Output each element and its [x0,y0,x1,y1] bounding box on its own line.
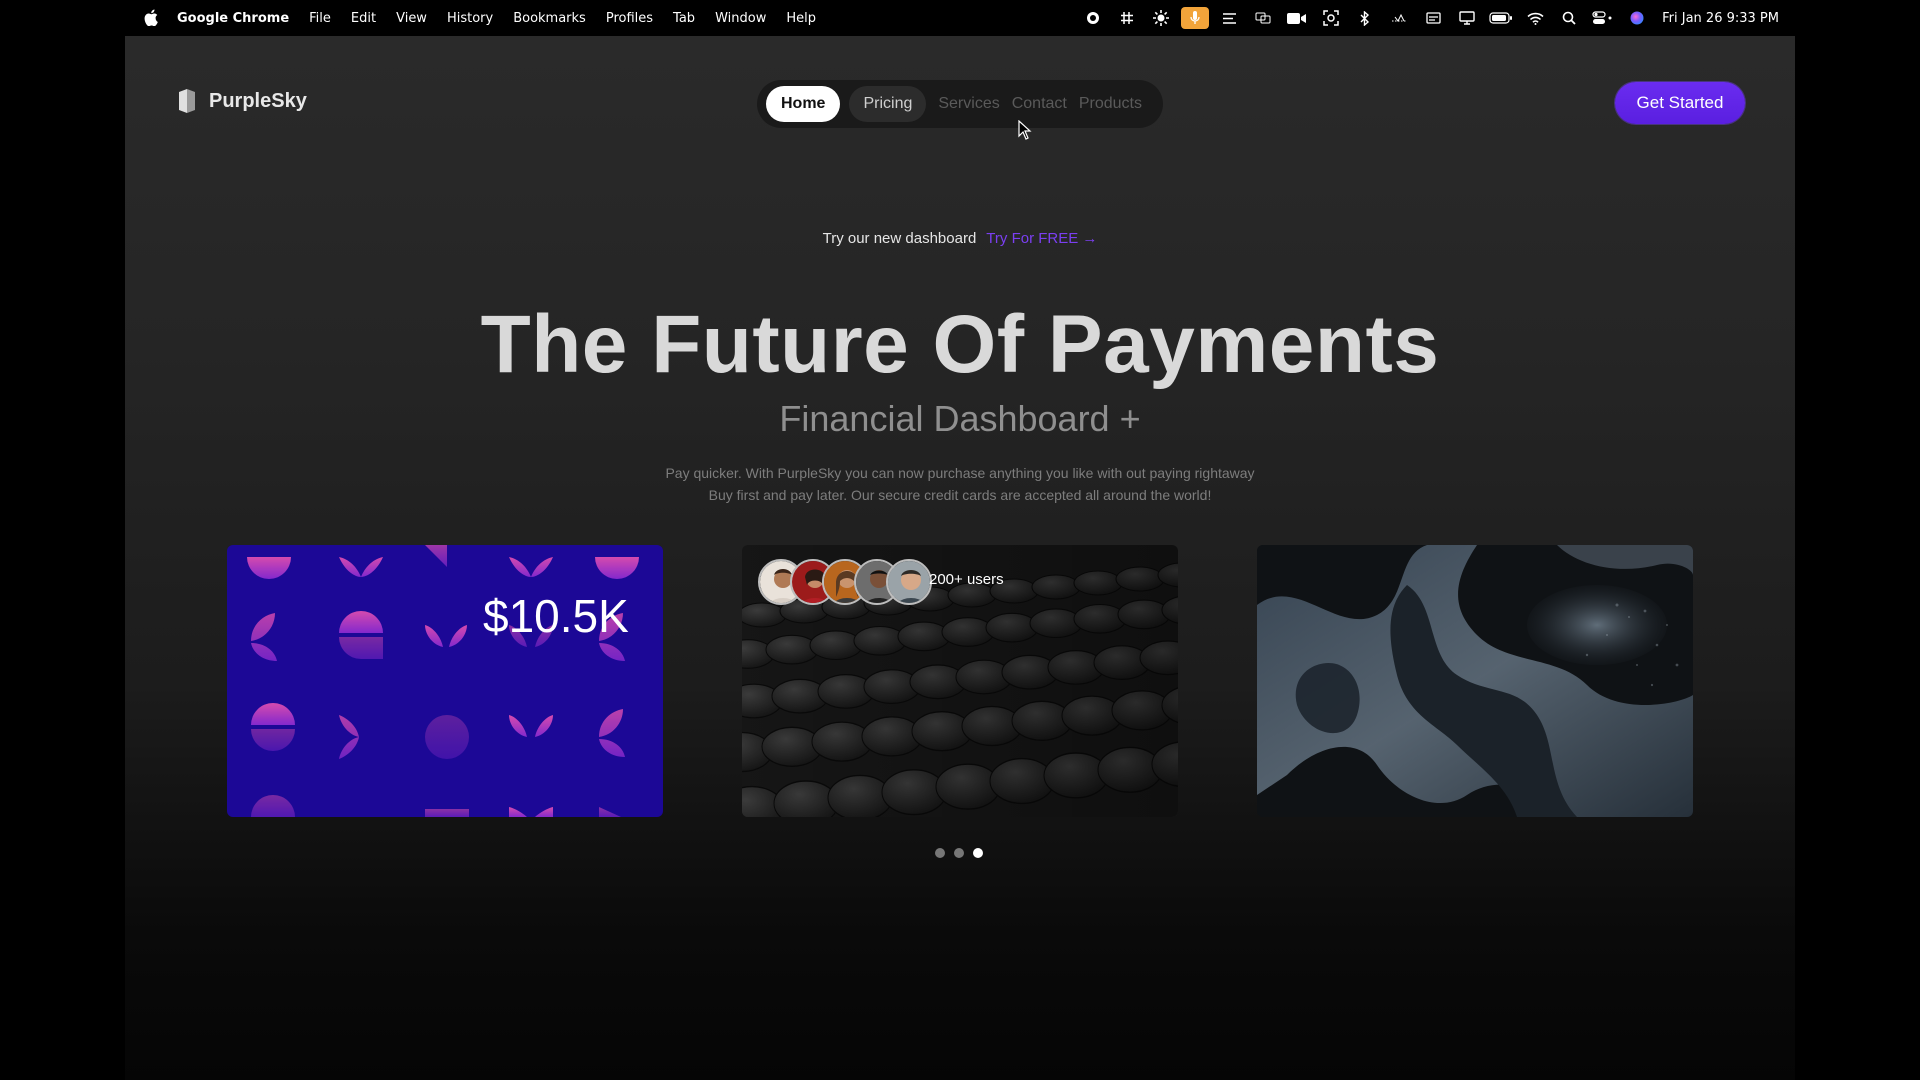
nav-pricing[interactable]: Pricing [849,86,927,122]
carousel-dot-2[interactable] [954,848,964,858]
macos-menu-bar: Google Chrome File Edit View History Boo… [0,0,1920,36]
menu-history[interactable]: History [447,11,493,26]
users-card[interactable]: 200+ users [742,545,1178,817]
gear-sun-icon[interactable] [1144,0,1178,36]
webpage: PurpleSky Home Pricing Services Contact … [125,36,1795,1080]
microphone-icon[interactable] [1178,0,1212,36]
hero-title: The Future Of Payments [480,299,1440,390]
menu-view[interactable]: View [396,11,427,26]
control-center-icon[interactable] [1586,0,1620,36]
display-icon[interactable] [1416,0,1450,36]
camera-icon[interactable] [1280,0,1314,36]
mouse-cursor-icon [1018,120,1032,140]
nav-contact[interactable]: Contact [1006,86,1073,122]
screenshot-icon[interactable] [1314,0,1348,36]
brand-logo[interactable]: PurpleSky [177,88,307,114]
monitor-icon[interactable] [1450,0,1484,36]
hero-subtitle: Financial Dashboard + [779,398,1141,439]
apple-icon[interactable] [144,9,158,26]
promo-text: Try our new dashboard [822,230,977,247]
user-avatars [758,559,932,605]
hero-description-line-1: Pay quicker. With PurpleSky you can now … [665,465,1255,481]
siri-icon[interactable] [1620,0,1654,36]
menu-app-name[interactable]: Google Chrome [177,11,289,26]
menu-file[interactable]: File [309,11,331,26]
menu-clock[interactable]: Fri Jan 26 9:33 PM [1662,11,1779,26]
get-started-button[interactable]: Get Started [1615,82,1745,124]
amount-value: $10.5K [483,590,629,642]
avatar [886,559,932,605]
pattern-graphic [247,545,639,817]
users-count: 200+ users [929,571,1004,588]
carousel-dots [935,848,983,858]
search-icon[interactable] [1552,0,1586,36]
nav-services[interactable]: Services [932,86,1005,122]
nav-home[interactable]: Home [766,86,841,122]
wifi-icon[interactable] [1518,0,1552,36]
record-icon[interactable] [1076,0,1110,36]
menu-tab[interactable]: Tab [673,11,695,26]
amount-card[interactable]: $10.5K [227,545,663,817]
hash-icon[interactable] [1110,0,1144,36]
main-nav: Home Pricing Services Contact Products [757,80,1163,128]
fluid-art-card[interactable] [1257,545,1693,817]
menu-edit[interactable]: Edit [351,11,376,26]
mirror-icon[interactable] [1246,0,1280,36]
menu-window[interactable]: Window [715,11,766,26]
menu-bookmarks[interactable]: Bookmarks [513,11,586,26]
fluid-texture-graphic [1257,545,1693,817]
menu-profiles[interactable]: Profiles [606,11,653,26]
menu-help[interactable]: Help [786,11,816,26]
hero-description-line-2: Buy first and pay later. Our secure cred… [708,487,1212,503]
bluetooth-icon[interactable] [1348,0,1382,36]
logo-icon [179,89,195,113]
brand-name: PurpleSky [209,89,307,112]
carousel-dot-1[interactable] [935,848,945,858]
try-free-link[interactable]: Try For FREE → [986,230,1097,247]
carousel-dot-3[interactable] [973,848,983,858]
dots-icon[interactable] [1382,0,1416,36]
battery-icon[interactable] [1484,0,1518,36]
hero-description: Pay quicker. With PurpleSky you can now … [125,462,1795,506]
promo-banner: Try our new dashboard Try For FREE → [125,230,1795,247]
nav-products[interactable]: Products [1073,86,1148,122]
list-icon[interactable] [1212,0,1246,36]
